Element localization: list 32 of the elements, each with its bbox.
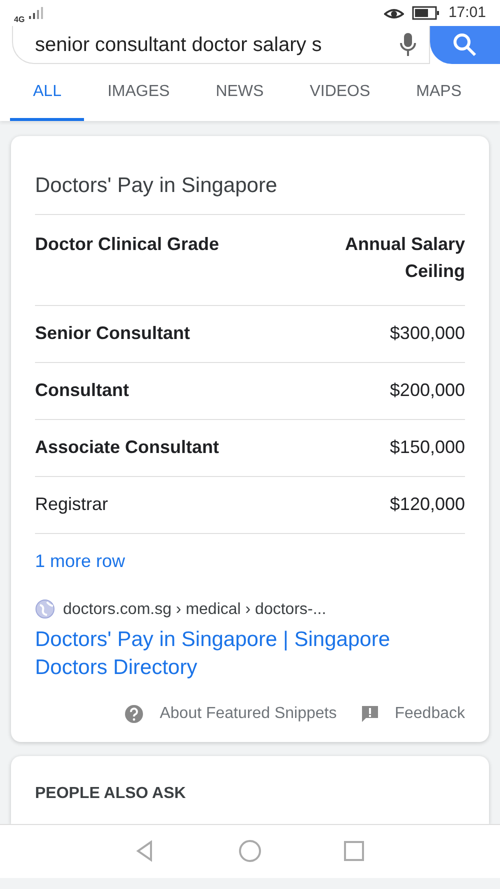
search-field[interactable]: senior consultant doctor salary s xyxy=(12,26,430,64)
table-cell-text: Registrar xyxy=(35,493,108,516)
more-rows-link[interactable]: 1 more row xyxy=(35,548,126,575)
recents-icon[interactable] xyxy=(342,838,366,864)
search-button[interactable] xyxy=(430,26,500,64)
table-cell-text: $150,000 xyxy=(390,436,465,459)
search-tab[interactable]: VIDEOS xyxy=(286,66,394,121)
search-icon xyxy=(452,32,478,58)
search-tab[interactable]: IMAGES xyxy=(84,66,193,121)
search-tab[interactable]: ALL xyxy=(10,66,84,121)
table-cell-text: Senior Consultant xyxy=(35,322,190,345)
feedback-icon xyxy=(360,704,379,722)
table-cell-text: $300,000 xyxy=(390,322,465,345)
table-cell-text: Associate Consultant xyxy=(35,436,220,459)
help-icon xyxy=(124,704,144,724)
column-header: Annual Salary Ceiling xyxy=(344,232,465,283)
section-heading: PEOPLE ALSO ASK xyxy=(35,784,187,804)
home-icon[interactable] xyxy=(238,838,262,864)
column-header: Doctor Clinical Grade xyxy=(35,232,220,256)
status-time: 17:01 xyxy=(448,2,486,23)
network-label: 4G xyxy=(14,16,25,24)
search-tab[interactable]: MAPS xyxy=(393,66,485,121)
table-cell-text: $120,000 xyxy=(390,493,465,516)
feedback-link[interactable]: Feedback xyxy=(360,702,465,726)
globe-icon xyxy=(35,598,55,622)
table-cell-text: Consultant xyxy=(35,379,129,402)
about-snippets-link[interactable]: About Featured Snippets xyxy=(124,702,337,726)
source-url: doctors.com.sg › medical › doctors-... xyxy=(63,600,326,620)
search-tab[interactable]: NEWS xyxy=(192,66,287,121)
table-cell-text: $200,000 xyxy=(390,379,465,402)
result-link[interactable]: Doctors' Pay in Singapore | Singapore Doctors Directory xyxy=(35,626,415,682)
snippet-title: Doctors' Pay in Singapore xyxy=(35,173,278,199)
